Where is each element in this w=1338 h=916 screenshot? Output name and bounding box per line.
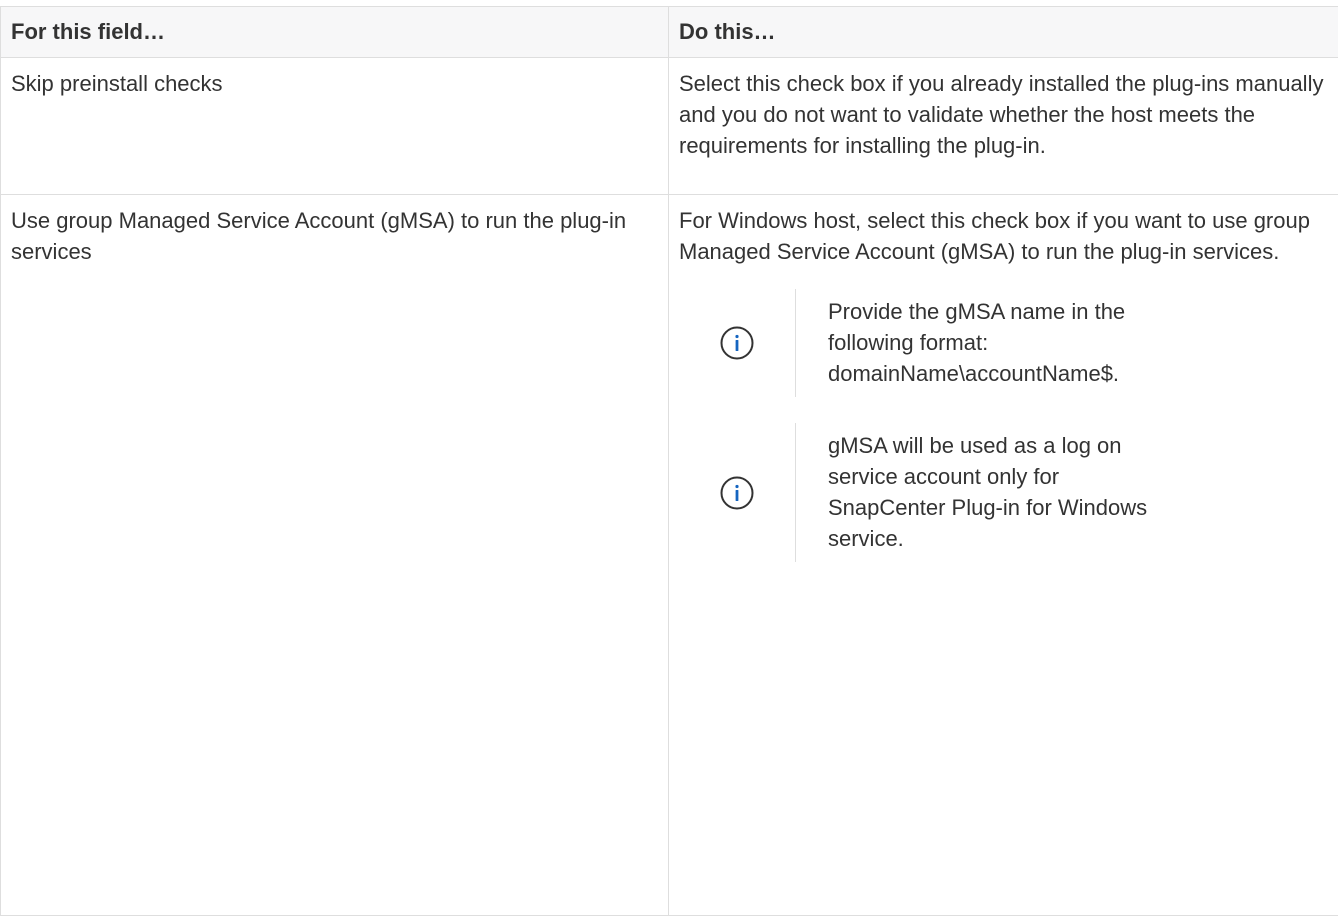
- field-label: Skip preinstall checks: [11, 68, 658, 99]
- note-text: Provide the gMSA name in the following f…: [796, 289, 1158, 397]
- info-icon: [720, 326, 754, 360]
- table-row: Use group Managed Service Account (gMSA)…: [1, 195, 1338, 916]
- note-admonition: gMSA will be used as a log on service ac…: [679, 423, 1328, 562]
- header-field: For this field…: [1, 7, 669, 58]
- note-text: gMSA will be used as a log on service ac…: [796, 423, 1158, 562]
- table-row: Skip preinstall checks Select this check…: [1, 58, 1338, 195]
- field-use-gmsa: Use group Managed Service Account (gMSA)…: [1, 195, 669, 916]
- note-admonition: Provide the gMSA name in the following f…: [679, 289, 1328, 397]
- header-action: Do this…: [669, 7, 1338, 58]
- info-icon: [720, 476, 754, 510]
- options-table: For this field… Do this… Skip preinstall…: [0, 6, 1338, 916]
- field-label: Use group Managed Service Account (gMSA)…: [11, 205, 658, 267]
- table-header-row: For this field… Do this…: [1, 7, 1338, 58]
- action-text: Select this check box if you already ins…: [679, 68, 1328, 161]
- action-use-gmsa: For Windows host, select this check box …: [669, 195, 1338, 916]
- field-skip-preinstall-checks: Skip preinstall checks: [1, 58, 669, 195]
- action-skip-preinstall-checks: Select this check box if you already ins…: [669, 58, 1338, 195]
- action-text: For Windows host, select this check box …: [679, 205, 1328, 267]
